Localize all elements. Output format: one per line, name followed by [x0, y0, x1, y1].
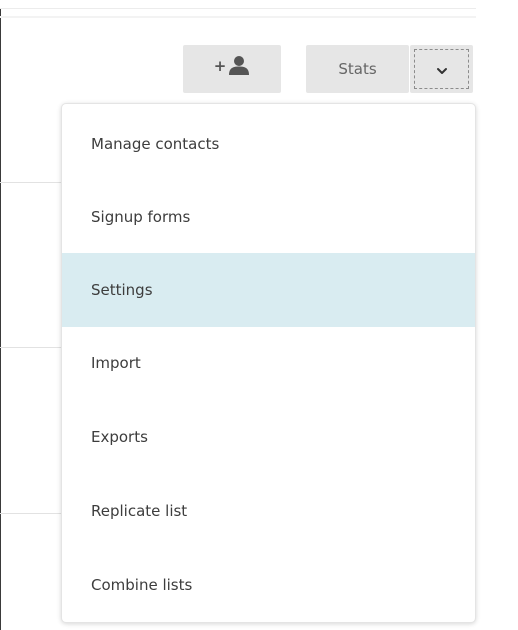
menu-item-exports[interactable]: Exports: [62, 400, 475, 474]
more-actions-dropdown-button[interactable]: [410, 45, 473, 93]
add-contact-button[interactable]: +: [183, 45, 281, 93]
menu-item-label: Manage contacts: [91, 135, 220, 153]
menu-item-label: Signup forms: [91, 208, 191, 226]
menu-item-label: Exports: [91, 428, 148, 446]
row-divider: [0, 182, 62, 183]
actions-dropdown-menu: Manage contacts Signup forms Settings Im…: [61, 103, 476, 623]
menu-item-import[interactable]: Import: [62, 326, 475, 400]
row-divider: [0, 513, 62, 514]
menu-item-label: Import: [91, 354, 141, 372]
menu-item-combine-lists[interactable]: Combine lists: [62, 548, 475, 622]
row-divider: [0, 347, 62, 348]
top-bar-divider: [0, 16, 476, 18]
menu-item-signup-forms[interactable]: Signup forms: [62, 180, 475, 254]
menu-item-manage-contacts[interactable]: Manage contacts: [62, 107, 475, 181]
menu-item-label: Settings: [91, 281, 153, 299]
menu-item-label: Combine lists: [91, 576, 193, 594]
person-icon: [228, 56, 250, 75]
stats-button-label: Stats: [338, 60, 377, 78]
top-bar: [0, 0, 476, 9]
menu-item-label: Replicate list: [91, 502, 188, 520]
focus-ring: [414, 49, 469, 89]
screen: + Stats Manage contacts Signup forms Set…: [0, 0, 518, 630]
plus-icon: +: [213, 57, 227, 75]
menu-item-replicate-list[interactable]: Replicate list: [62, 474, 475, 548]
stats-button[interactable]: Stats: [306, 45, 409, 93]
page-border: [0, 0, 1, 630]
menu-item-settings[interactable]: Settings: [62, 253, 475, 327]
